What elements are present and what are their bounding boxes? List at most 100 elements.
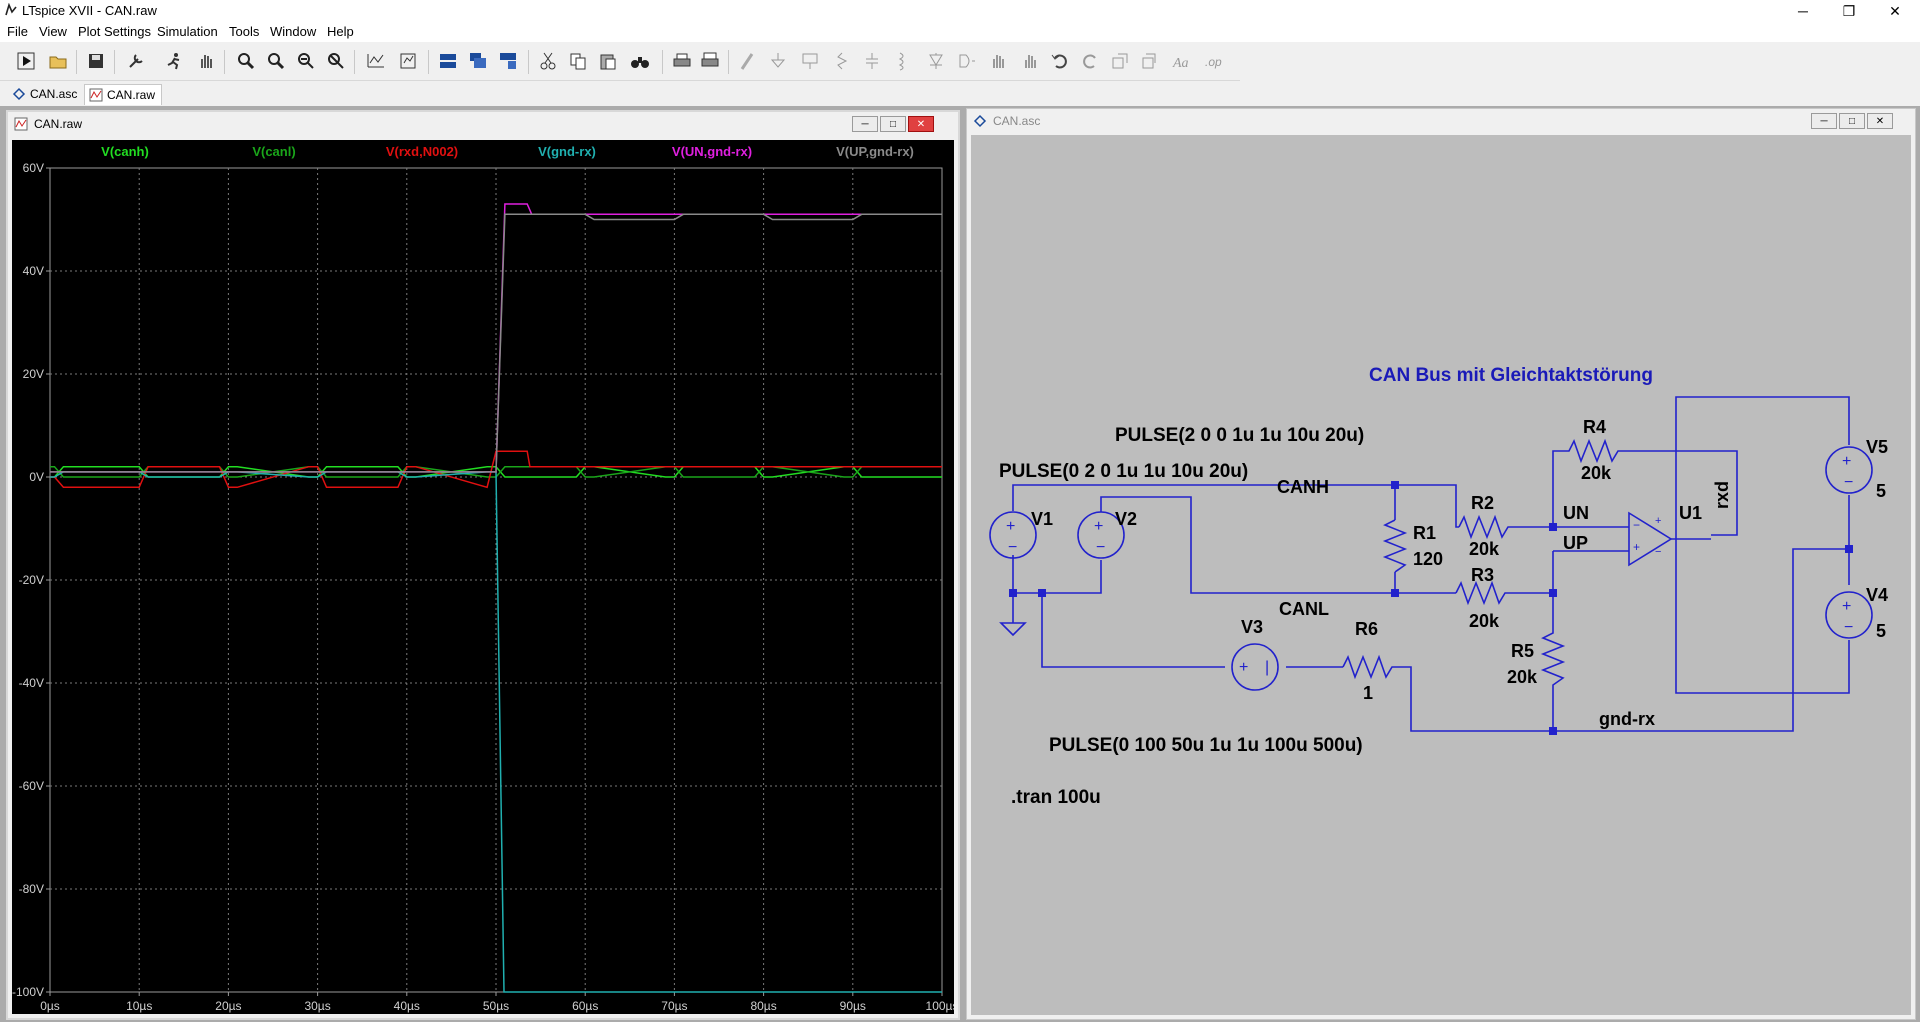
mdi-workspace: CAN.raw ─ □ ✕ 0µs 10µs 20µs 30µs 40µs 50µs 60µ… — [0, 106, 1920, 1022]
v4-value: 5 — [1876, 621, 1886, 641]
save-icon[interactable] — [84, 49, 108, 73]
pulse-v3-directive: PULSE(0 100 50u 1u 1u 100u 500u) — [1049, 735, 1363, 756]
halt-icon[interactable] — [162, 49, 186, 73]
pulse-v2-directive: PULSE(2 0 0 1u 1u 10u 20u) — [1115, 425, 1364, 446]
u1-label: U1 — [1679, 503, 1702, 523]
menu-file[interactable]: File — [7, 24, 28, 39]
close-button[interactable]: ✕ — [1872, 0, 1918, 22]
mirror-icon[interactable] — [1138, 49, 1162, 73]
v5-value: 5 — [1876, 481, 1886, 501]
r2-label: R2 — [1471, 493, 1494, 513]
paste-icon[interactable] — [596, 49, 620, 73]
x-tick-label: 70µs — [661, 999, 687, 1013]
manual-limits-icon[interactable] — [396, 49, 420, 73]
plot-maximize-button[interactable]: □ — [880, 116, 906, 132]
menu-help[interactable]: Help — [327, 24, 354, 39]
schematic-canvas[interactable]: + − + − + | + − + − − + + − CAN Bus mit Gleicht… — [971, 135, 1911, 1015]
y-tick-label: 20V — [23, 367, 44, 381]
menu-tools[interactable]: Tools — [229, 24, 259, 39]
v2-label: V2 — [1115, 509, 1137, 529]
waveform-icon — [89, 88, 103, 102]
open-icon[interactable] — [46, 49, 70, 73]
legend-entry: V(canl) — [252, 144, 295, 159]
tab-can-raw[interactable]: CAN.raw — [84, 84, 163, 105]
x-tick-label: 30µs — [304, 999, 330, 1013]
component-icon[interactable] — [954, 49, 978, 73]
schematic-window-titlebar[interactable]: CAN.asc ─ □ ✕ — [967, 109, 1915, 133]
y-tick-label: 40V — [23, 264, 44, 278]
svg-text:.op: .op — [1205, 55, 1222, 69]
plot-close-button[interactable]: ✕ — [908, 116, 934, 132]
zoom-out-icon[interactable] — [294, 49, 318, 73]
tab-can-asc[interactable]: CAN.asc — [8, 84, 83, 104]
svg-text:−: − — [1633, 518, 1640, 532]
y-tick-label: -60V — [19, 779, 44, 793]
text-icon[interactable]: Aa — [1170, 49, 1194, 73]
svg-text:−: − — [1096, 539, 1105, 556]
tab-can-raw-label: CAN.raw — [107, 88, 156, 102]
waveform-icon — [14, 117, 28, 131]
plot-minimize-button[interactable]: ─ — [852, 116, 878, 132]
v5-label: V5 — [1866, 437, 1888, 457]
y-tick-label: -20V — [19, 573, 44, 587]
x-tick-label: 40µs — [394, 999, 420, 1013]
cut-icon[interactable] — [536, 49, 560, 73]
x-tick-label: 0µs — [40, 999, 60, 1013]
x-tick-label: 80µs — [750, 999, 776, 1013]
plot-window-titlebar[interactable]: CAN.raw ─ □ ✕ — [8, 112, 958, 136]
menu-view[interactable]: View — [39, 24, 67, 39]
y-tick-label: -100V — [12, 985, 44, 999]
menu-window[interactable]: Window — [270, 24, 316, 39]
control-panel-icon[interactable] — [124, 49, 148, 73]
resistor-icon[interactable] — [830, 49, 854, 73]
label-net-icon[interactable] — [798, 49, 822, 73]
zoom-in-icon[interactable] — [234, 49, 258, 73]
schematic-maximize-button[interactable]: □ — [1839, 113, 1865, 129]
wire-icon[interactable] — [736, 49, 760, 73]
x-tick-label: 60µs — [572, 999, 598, 1013]
pulse-v1-directive: PULSE(0 2 0 1u 1u 10u 20u) — [999, 461, 1248, 482]
diode-icon[interactable] — [924, 49, 948, 73]
schematic-minimize-button[interactable]: ─ — [1811, 113, 1837, 129]
window-title: LTspice XVII - CAN.raw — [22, 3, 157, 18]
cascade-icon[interactable] — [466, 49, 490, 73]
print-preview-icon[interactable] — [698, 49, 722, 73]
schematic-window-title: CAN.asc — [993, 114, 1041, 128]
capacitor-icon[interactable] — [860, 49, 884, 73]
spice-directive-icon[interactable]: .op — [1202, 49, 1226, 73]
schematic-drawing[interactable]: + − + − + | + − + − − + + − CAN Bus mit Gleicht… — [971, 135, 1909, 1015]
v1-label: V1 — [1031, 509, 1053, 529]
zoom-full-icon[interactable] — [324, 49, 348, 73]
legend-entry: V(UP,gnd-rx) — [836, 144, 914, 159]
svg-text:−: − — [1655, 546, 1661, 558]
menu-plot-settings[interactable]: Plot Settings — [78, 24, 151, 39]
move-icon[interactable] — [986, 49, 1010, 73]
r6-value: 1 — [1363, 683, 1373, 703]
undo-icon[interactable] — [1048, 49, 1072, 73]
svg-text:+: + — [1239, 659, 1248, 676]
maximize-button[interactable]: ❐ — [1826, 0, 1872, 22]
y-tick-label: -80V — [19, 882, 44, 896]
copy-icon[interactable] — [566, 49, 590, 73]
tile-vertical-icon[interactable] — [496, 49, 520, 73]
net-label-up: UP — [1563, 533, 1588, 553]
pan-icon[interactable] — [194, 49, 218, 73]
y-tick-label: -40V — [19, 676, 44, 690]
menu-simulation[interactable]: Simulation — [157, 24, 218, 39]
rotate-icon[interactable] — [1108, 49, 1132, 73]
autorange-icon[interactable] — [364, 49, 388, 73]
find-icon[interactable] — [628, 49, 652, 73]
svg-text:+: + — [1094, 518, 1103, 535]
tile-horizontal-icon[interactable] — [436, 49, 460, 73]
redo-icon[interactable] — [1078, 49, 1102, 73]
waveform-plot-area[interactable]: 0µs 10µs 20µs 30µs 40µs 50µs 60µs 70µs 80µs 90µs 1… — [12, 140, 954, 1014]
ground-icon[interactable] — [766, 49, 790, 73]
print-icon[interactable] — [670, 49, 694, 73]
waveform-chart[interactable]: 0µs 10µs 20µs 30µs 40µs 50µs 60µs 70µs 80µs 90µs 1… — [12, 140, 954, 1014]
minimize-button[interactable]: ─ — [1780, 0, 1826, 22]
inductor-icon[interactable] — [890, 49, 914, 73]
drag-icon[interactable] — [1018, 49, 1042, 73]
run-icon[interactable] — [14, 49, 38, 73]
schematic-close-button[interactable]: ✕ — [1867, 113, 1893, 129]
zoom-area-icon[interactable] — [264, 49, 288, 73]
